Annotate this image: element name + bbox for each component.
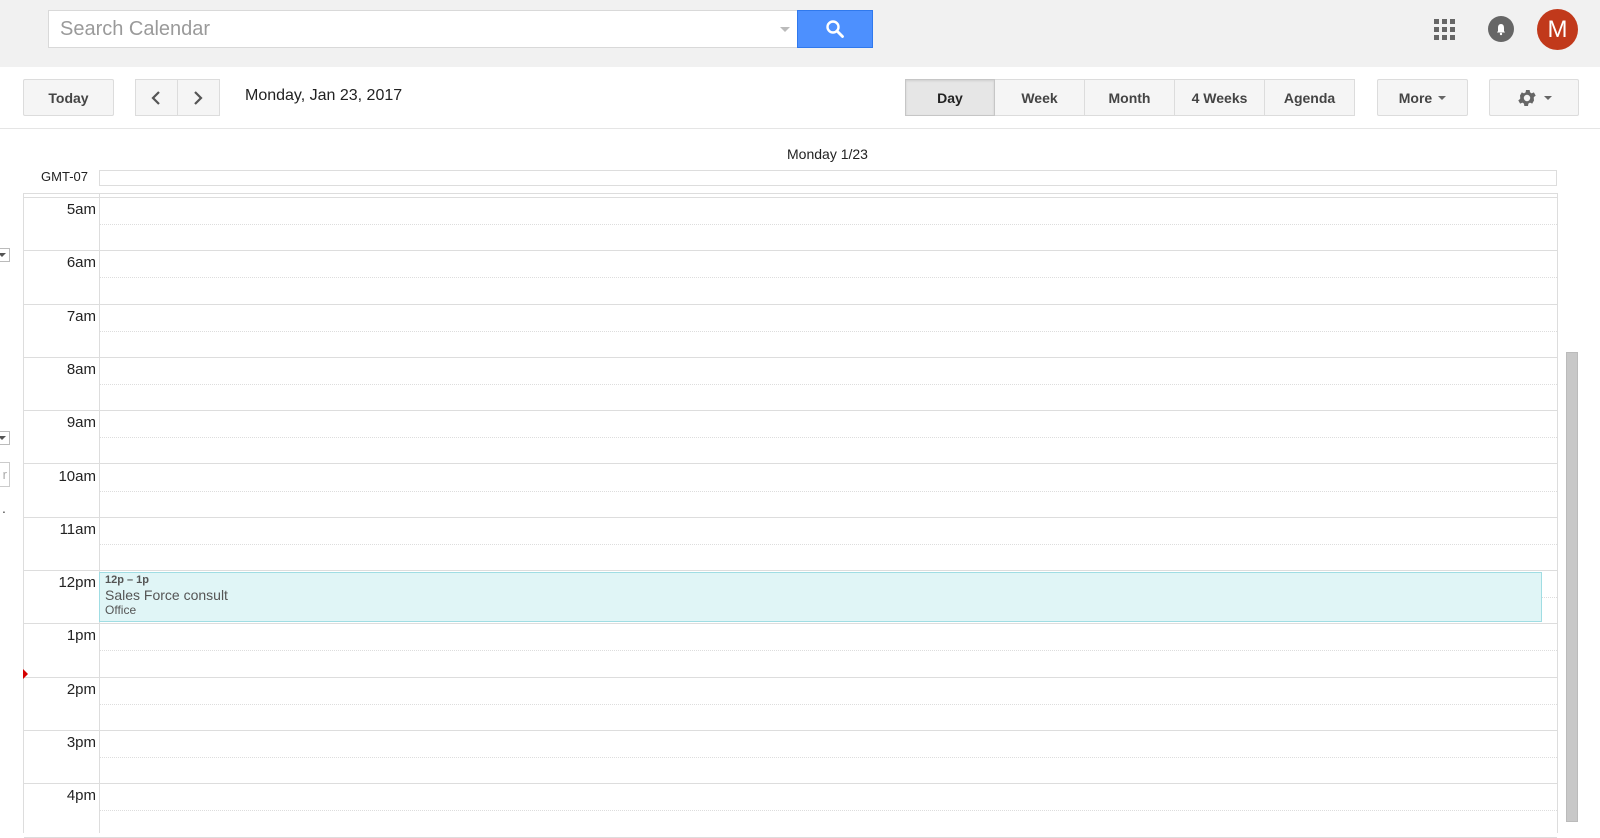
chevron-right-icon (194, 90, 203, 105)
event-location: Office (105, 603, 137, 617)
hour-row[interactable]: 8am (24, 358, 1557, 412)
hour-row[interactable]: 2pm (24, 678, 1557, 731)
scrollbar[interactable] (1566, 352, 1578, 822)
hour-label: 11am (59, 520, 96, 538)
half-hour-line (100, 330, 1557, 332)
half-hour-line (100, 650, 1557, 652)
hour-row[interactable]: 3pm (24, 731, 1557, 785)
event-sales-force-consult[interactable]: 12p – 1p Sales Force consult Office (99, 572, 1542, 622)
next-button[interactable] (177, 79, 220, 116)
half-hour-line (100, 490, 1557, 492)
gear-icon (1518, 89, 1536, 106)
more-label: More (1398, 89, 1433, 106)
view-switcher: Day Week Month 4 Weeks Agenda (905, 79, 1355, 116)
timezone-label: GMT-07 (41, 169, 88, 184)
toolbar-divider (0, 128, 1600, 129)
search-icon (826, 20, 844, 38)
half-hour-line (100, 383, 1557, 385)
hour-row[interactable]: 6am (24, 251, 1557, 305)
avatar[interactable]: M (1537, 9, 1578, 50)
settings-button[interactable] (1489, 79, 1579, 116)
search-input[interactable] (49, 11, 749, 47)
hour-row[interactable]: 10am (24, 465, 1557, 518)
search-button[interactable] (797, 10, 873, 48)
sidebar-dropdown-icon[interactable] (0, 431, 10, 445)
search-options-dropdown-icon[interactable] (780, 27, 790, 32)
hour-row[interactable]: 7am (24, 305, 1557, 358)
previous-button[interactable] (135, 79, 178, 116)
hour-row[interactable]: 11am (24, 518, 1557, 572)
hour-label: 6am (66, 254, 96, 272)
hour-label: 9am (66, 414, 96, 432)
tab-4-weeks[interactable]: 4 Weeks (1175, 79, 1265, 116)
day-column-header[interactable]: Monday 1/23 (99, 146, 1556, 162)
chevron-down-icon (1438, 95, 1447, 100)
all-day-events-row[interactable] (99, 170, 1557, 186)
chevron-down-icon (1544, 95, 1552, 100)
hour-label: 10am (58, 467, 96, 485)
time-grid[interactable]: 5am 6am 7am 8am 9am 10am 11am 12pm 1pm 2pm 3pm 4pm (23, 193, 1558, 838)
hour-label: 4pm (66, 787, 96, 805)
half-hour-line (100, 757, 1557, 758)
hour-label: 3pm (66, 734, 96, 751)
hour-label: 2pm (66, 680, 96, 698)
today-button[interactable]: Today (23, 79, 114, 116)
top-bar: M (0, 0, 1600, 67)
hour-row[interactable]: 5am (24, 198, 1557, 252)
more-button[interactable]: More (1377, 79, 1468, 116)
half-hour-line (100, 703, 1557, 705)
sidebar-text-partial: . (2, 500, 6, 516)
current-time-marker (23, 669, 28, 679)
event-time: 12p – 1p (105, 574, 150, 586)
tab-week[interactable]: Week (995, 79, 1085, 116)
half-hour-line (100, 543, 1557, 545)
search-box (48, 10, 798, 48)
tab-month[interactable]: Month (1085, 79, 1175, 116)
date-navigation (135, 79, 220, 116)
hour-label: 12pm (58, 574, 96, 592)
hour-label: 7am (66, 307, 96, 325)
hour-row[interactable]: 1pm (24, 624, 1557, 678)
hour-label: 5am (66, 201, 96, 218)
sidebar-dropdown-icon[interactable] (0, 248, 10, 262)
current-date-label: Monday, Jan 23, 2017 (245, 87, 403, 104)
half-hour-line (100, 277, 1557, 279)
bell-icon[interactable] (1488, 16, 1514, 42)
hour-row[interactable]: 9am (24, 411, 1557, 465)
event-title: Sales Force consult (105, 587, 228, 603)
tab-agenda[interactable]: Agenda (1265, 79, 1355, 116)
half-hour-line (100, 437, 1557, 439)
half-hour-line (100, 224, 1557, 225)
sidebar-input-partial[interactable]: r (0, 462, 10, 487)
tab-day[interactable]: Day (905, 79, 995, 116)
hour-label: 1pm (66, 627, 96, 645)
apps-grid-icon[interactable] (1434, 19, 1455, 40)
hour-label: 8am (66, 360, 96, 378)
chevron-left-icon (151, 90, 161, 105)
